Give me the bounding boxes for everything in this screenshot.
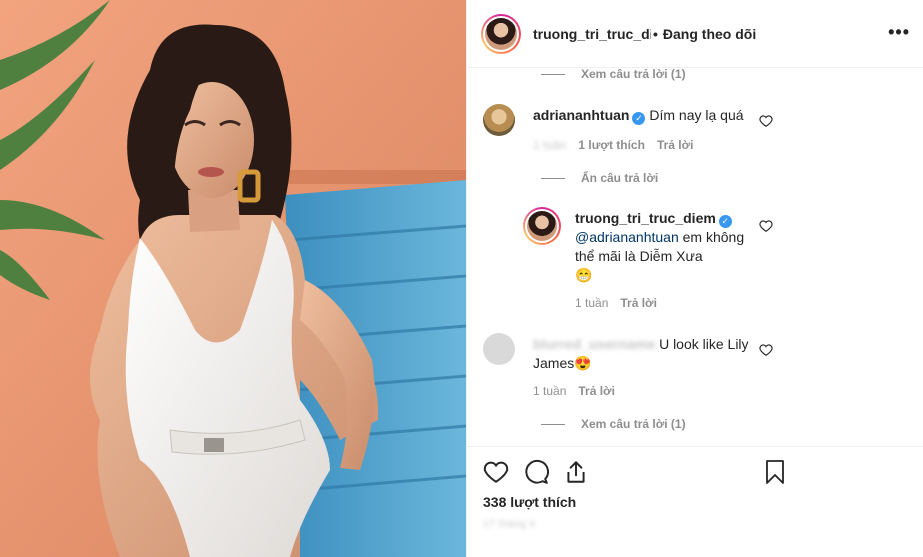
post-photo[interactable] <box>0 0 466 557</box>
comment-username-blurred[interactable]: blurred_username <box>533 336 655 352</box>
like-comment-heart-icon[interactable] <box>759 114 773 128</box>
view-replies-top[interactable]: Xem câu trả lời (1) <box>541 69 686 81</box>
hide-replies[interactable]: Ẩn câu trả lời <box>541 171 658 185</box>
reply-avatar-truong[interactable] <box>523 207 561 245</box>
more-options-icon[interactable]: ••• <box>888 22 910 43</box>
reply-button-blurred[interactable]: Trả lời <box>578 384 615 398</box>
comment-meta-blurred: 1 tuần Trả lời <box>533 384 627 398</box>
post-side-panel: truong_tri_truc_diem • Đang theo dõi •••… <box>466 0 923 557</box>
hide-replies-line <box>541 177 565 179</box>
reply-time-truong: 1 tuần <box>575 296 609 310</box>
comment-avatar-blurred[interactable] <box>483 333 515 365</box>
follow-status-button[interactable]: Đang theo dõi <box>663 26 756 42</box>
view-replies-label: Xem câu trả lời (1) <box>581 417 686 431</box>
comment-likes-adrian[interactable]: 1 lượt thích <box>578 138 645 152</box>
reply-username-truong[interactable]: truong_tri_truc_diem <box>575 210 716 226</box>
comments-list[interactable]: Xem câu trả lời (1) adriananhtuan ✓ Dím n… <box>467 69 923 445</box>
reply-meta-truong: 1 tuần Trả lời <box>575 296 669 310</box>
reply-button-truong[interactable]: Trả lời <box>620 296 657 310</box>
view-replies-line <box>541 423 565 425</box>
comment-time-blurred: 1 tuần <box>533 384 567 398</box>
comment-username-adrian[interactable]: adriananhtuan <box>533 107 629 123</box>
comment-meta-adrian: 1 tuần 1 lượt thích Trả lời <box>533 138 705 152</box>
comment-bubble-icon[interactable] <box>523 459 549 485</box>
header-avatar[interactable] <box>481 13 521 54</box>
view-replies-bottom[interactable]: Xem câu trả lời (1) <box>541 417 686 431</box>
post-photo-illustration <box>0 0 466 557</box>
like-heart-icon[interactable] <box>483 459 509 485</box>
header-username[interactable]: truong_tri_truc_diem <box>533 26 651 42</box>
post-date: 17 tháng 4 <box>483 519 536 530</box>
like-reply-heart-icon[interactable] <box>759 219 773 233</box>
verified-badge-icon: ✓ <box>632 112 646 125</box>
view-replies-label: Xem câu trả lời (1) <box>581 69 686 81</box>
comment-emoji-blurred: 😍 <box>574 355 592 371</box>
view-replies-line <box>541 73 565 75</box>
reply-truong: truong_tri_truc_diem ✓ @adriananhtuan em … <box>523 207 745 285</box>
comment-blurred: blurred_username U look like Lily James😍 <box>483 333 783 373</box>
verified-badge-icon: ✓ <box>718 215 732 228</box>
reply-emoji: 😁 <box>575 267 593 283</box>
post-header: truong_tri_truc_diem • Đang theo dõi ••• <box>467 0 923 68</box>
action-bar: 338 lượt thích 17 tháng 4 <box>467 446 923 557</box>
reply-mention[interactable]: @adriananhtuan <box>575 229 679 245</box>
share-icon[interactable] <box>563 459 589 485</box>
post-likes-count[interactable]: 338 lượt thích <box>483 494 576 510</box>
comment-text-adrian: Dím nay lạ quá <box>649 107 744 123</box>
reply-button-adrian[interactable]: Trả lời <box>657 138 694 152</box>
comment-adrian: adriananhtuan ✓ Dím nay lạ quá <box>483 104 744 136</box>
save-bookmark-icon[interactable] <box>763 459 787 485</box>
header-separator: • <box>653 25 658 42</box>
comment-time-adrian: 1 tuần <box>533 138 567 152</box>
hide-replies-label: Ẩn câu trả lời <box>581 171 659 185</box>
comment-avatar-adrian[interactable] <box>483 104 515 136</box>
post-modal: truong_tri_truc_diem • Đang theo dõi •••… <box>0 0 923 557</box>
like-comment-blurred-heart-icon[interactable] <box>759 343 773 357</box>
